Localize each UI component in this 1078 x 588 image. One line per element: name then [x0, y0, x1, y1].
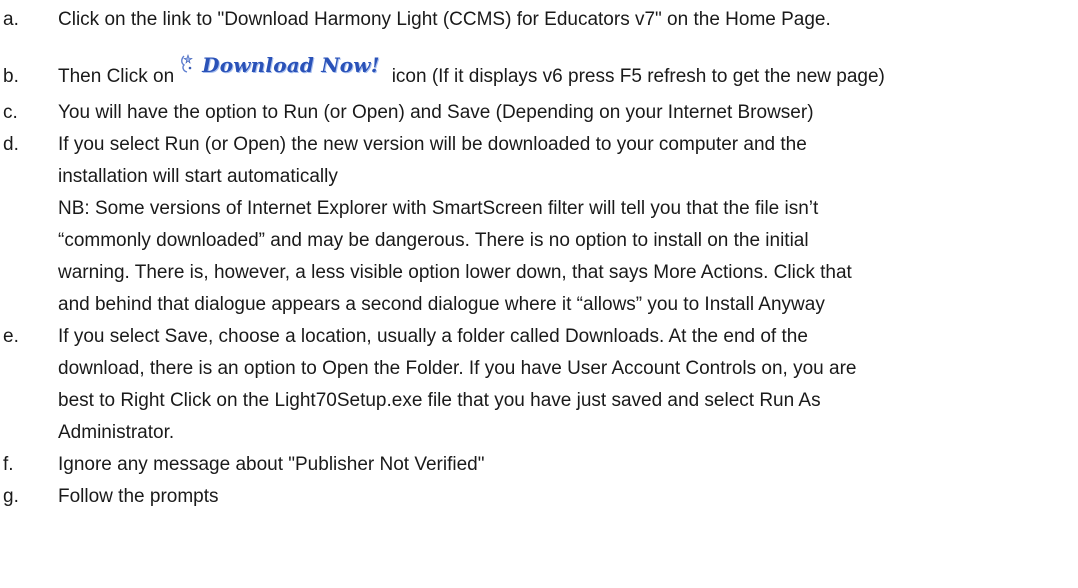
list-item-text: Then Click on Download Now! icon (If it d…: [58, 53, 1078, 93]
download-now-label: Download Now!: [202, 53, 380, 77]
text-line: Follow the prompts: [58, 486, 219, 507]
text-before-icon: Then Click on: [58, 66, 175, 88]
list-item-text: If you select Save, choose a location, u…: [58, 321, 1078, 449]
text-line: Then Click on Download Now! icon (If it d…: [58, 53, 1078, 93]
list-marker: b.: [3, 66, 19, 87]
text-line: best to Right Click on the Light70Setup.…: [58, 390, 821, 411]
list-marker: d.: [3, 134, 19, 155]
clipped-heading: [352, 0, 452, 2]
text-line: installation will start automatically: [58, 166, 338, 187]
download-now-icon: Download Now!: [180, 53, 380, 85]
text-line: If you select Run (or Open) the new vers…: [58, 134, 807, 155]
list-marker: c.: [3, 102, 18, 123]
list-marker: e.: [3, 326, 19, 347]
sparkle-icon: [181, 54, 194, 73]
text-line: download, there is an option to Open the…: [58, 358, 857, 379]
text-line: “commonly downloaded” and may be dangero…: [58, 230, 809, 251]
text-line: and behind that dialogue appears a secon…: [58, 294, 825, 315]
list-item-text: You will have the option to Run (or Open…: [58, 97, 1078, 129]
list-marker: g.: [3, 486, 19, 507]
list-item-text: Ignore any message about "Publisher Not …: [58, 449, 1078, 481]
list-item-text: If you select Run (or Open) the new vers…: [58, 129, 1078, 321]
list-marker: a.: [3, 9, 19, 30]
list-item-text: Follow the prompts: [58, 481, 1078, 513]
text-after-icon: icon (If it displays v6 press F5 refresh…: [391, 66, 885, 88]
text-line: Click on the link to "Download Harmony L…: [58, 9, 831, 30]
text-line: NB: Some versions of Internet Explorer w…: [58, 198, 819, 219]
text-line: Administrator.: [58, 422, 175, 443]
text-line: warning. There is, however, a less visib…: [58, 262, 852, 283]
text-line: You will have the option to Run (or Open…: [58, 102, 814, 123]
list-marker: f.: [3, 454, 14, 475]
text-line: Ignore any message about "Publisher Not …: [58, 454, 485, 475]
text-line: If you select Save, choose a location, u…: [58, 326, 808, 347]
list-item-text: Click on the link to "Download Harmony L…: [58, 4, 1078, 36]
